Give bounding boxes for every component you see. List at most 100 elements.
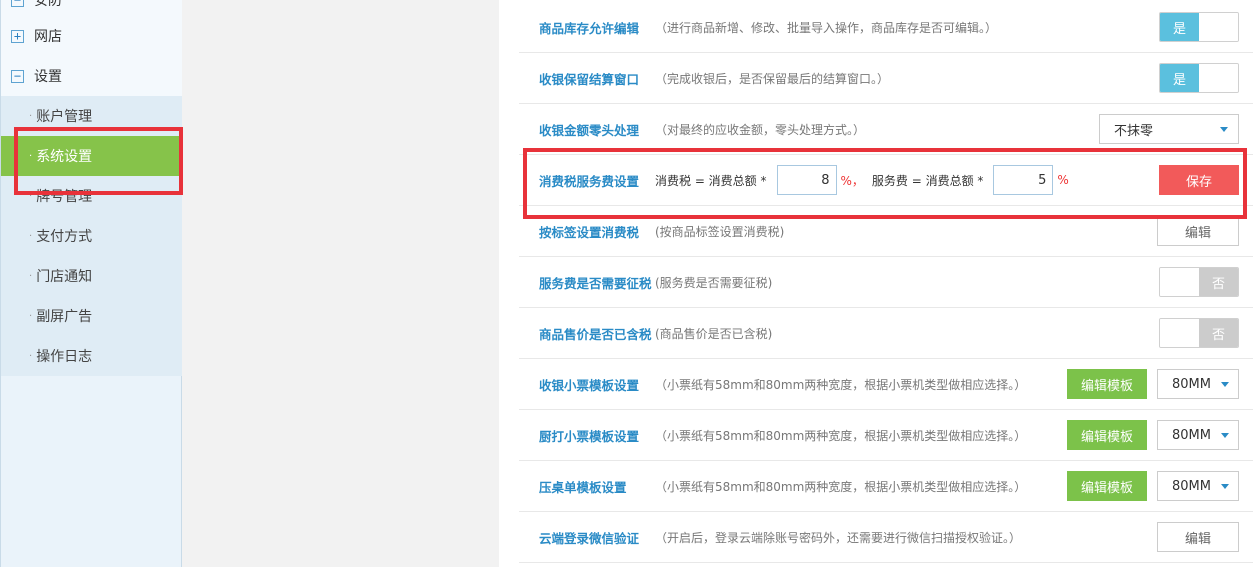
sidebar-item-store-notice[interactable]: · 门店通知 [1,256,182,296]
setting-desc: （小票纸有58mm和80mm两种宽度，根据小票机类型做相应选择。） [655,377,1027,392]
edit-template-button[interactable]: 编辑模板 [1067,420,1147,450]
edit-template-button[interactable]: 编辑模板 [1067,369,1147,399]
setting-desc: (服务费是否需要征税) [655,275,773,290]
bullet-icon: · [29,310,33,322]
setting-name: 收银小票模板设置 [539,377,640,393]
toggle-label: 是 [1160,64,1199,92]
setting-name: 服务费是否需要征税 [539,275,652,291]
setting-row-keep-window: 收银保留结算窗口 （完成收银后，是否保留最后的结算窗口。） 是 [519,53,1253,104]
collapse-icon: − [11,69,24,83]
toggle-label: 否 [1199,268,1238,296]
toggle-label: 是 [1160,13,1199,41]
service-taxable-toggle[interactable]: 否 [1159,267,1239,297]
nav-group-label: 安防 [34,0,62,9]
setting-row-stock-edit: 商品库存允许编辑 （进行商品新增、修改、批量导入操作，商品库存是否可编辑。） 是 [519,2,1253,53]
tax-service-form: 消费税 = 消费总额 * %， 服务费 = 消费总额 * % [655,165,1073,195]
toggle-knob [1199,64,1238,92]
toggle-knob [1160,268,1199,296]
setting-name: 云端登录微信验证 [539,530,640,546]
toggle-knob [1199,13,1238,41]
select-value: 不抹零 [1114,123,1154,139]
sidebar-item-label: 门店通知 [36,269,93,285]
expand-icon: + [11,29,24,43]
setting-name: 按标签设置消费税 [539,224,640,240]
bullet-icon: · [29,110,33,122]
bullet-icon: · [29,150,33,162]
setting-desc: (按商品标签设置消费税) [655,224,785,239]
rounding-select[interactable]: 不抹零 [1099,114,1239,144]
setting-desc: （开启后，登录云端除账号密码外，还需要进行微信扫描授权验证。） [655,530,1022,545]
edit-button[interactable]: 编辑 [1157,522,1239,552]
percent-label: %， [840,173,864,188]
nav-group-label: 设置 [34,69,62,85]
sidebar-item-number-plates[interactable]: · 牌号管理 [1,176,182,216]
setting-name: 商品售价是否已含税 [539,326,652,342]
sidebar-item-operation-log[interactable]: · 操作日志 [1,336,182,376]
bullet-icon: · [29,230,33,242]
nav-group-label: 网店 [34,29,62,45]
setting-desc: （小票纸有58mm和80mm两种宽度，根据小票机类型做相应选择。） [655,428,1027,443]
edit-template-button[interactable]: 编辑模板 [1067,471,1147,501]
setting-name: 收银保留结算窗口 [539,71,640,87]
setting-desc: （对最终的应收金额，零头处理方式。） [655,122,866,137]
sidebar-item-label: 支付方式 [36,229,93,245]
caret-down-icon [1220,483,1229,489]
setting-row-tax-service: 消费税服务费设置 消费税 = 消费总额 * %， 服务费 = 消费总额 * % … [519,155,1253,206]
setting-row-service-taxable: 服务费是否需要征税 (服务费是否需要征税) 否 [519,257,1253,308]
select-value: 80MM [1172,427,1211,443]
stock-edit-toggle[interactable]: 是 [1159,12,1239,42]
bullet-icon: · [29,350,33,362]
setting-row-price-tax: 商品售价是否已含税 (商品售价是否已含税) 否 [519,308,1253,359]
paper-width-select[interactable]: 80MM [1157,369,1239,399]
setting-desc: （完成收银后，是否保留最后的结算窗口。） [655,71,890,86]
setting-desc: (商品售价是否已含税) [655,326,773,341]
service-rate-input[interactable] [993,165,1054,195]
price-tax-toggle[interactable]: 否 [1159,318,1239,348]
nav-group-settings[interactable]: − 设置 [1,56,182,96]
setting-name: 商品库存允许编辑 [539,20,640,36]
setting-row-kitchen-template: 厨打小票模板设置 （小票纸有58mm和80mm两种宽度，根据小票机类型做相应选择… [519,410,1253,461]
setting-name: 消费税服务费设置 [539,173,640,189]
bullet-icon: · [29,270,33,282]
sidebar-item-label: 牌号管理 [36,189,93,205]
service-formula-label: 服务费 = 消费总额 * [871,173,984,188]
select-value: 80MM [1172,478,1211,494]
toggle-label: 否 [1199,319,1238,347]
setting-row-wechat-verify: 云端登录微信验证 （开启后，登录云端除账号密码外，还需要进行微信扫描授权验证。）… [519,512,1253,563]
sidebar-item-label: 系统设置 [36,149,93,165]
percent-label: % [1057,173,1069,187]
tax-formula-label: 消费税 = 消费总额 * [655,173,767,188]
nav-group-webstore[interactable]: + 网店 [1,16,182,56]
keep-window-toggle[interactable]: 是 [1159,63,1239,93]
caret-down-icon [1220,126,1228,132]
sidebar-item-label: 副屏广告 [36,309,93,325]
setting-row-table-template: 压桌单模板设置 （小票纸有58mm和80mm两种宽度，根据小票机类型做相应选择。… [519,461,1253,512]
collapse-icon: − [11,0,24,7]
setting-name: 压桌单模板设置 [539,479,627,495]
save-button[interactable]: 保存 [1159,165,1239,195]
paper-width-select[interactable]: 80MM [1157,471,1239,501]
sidebar-item-label: 账户管理 [36,109,93,125]
caret-down-icon [1220,432,1229,438]
paper-width-select[interactable]: 80MM [1157,420,1239,450]
bullet-icon: · [29,190,33,202]
empty-area [183,0,499,567]
toggle-knob [1160,319,1199,347]
setting-desc: （小票纸有58mm和80mm两种宽度，根据小票机类型做相应选择。） [655,479,1027,494]
setting-name: 收银金额零头处理 [539,122,640,138]
setting-row-receipt-template: 收银小票模板设置 （小票纸有58mm和80mm两种宽度，根据小票机类型做相应选择… [519,359,1253,410]
setting-name: 厨打小票模板设置 [539,428,640,444]
sidebar-item-label: 操作日志 [36,349,93,365]
select-value: 80MM [1172,376,1211,392]
setting-row-rounding: 收银金额零头处理 （对最终的应收金额，零头处理方式。） 不抹零 [519,104,1253,155]
setting-row-tag-tax: 按标签设置消费税 (按商品标签设置消费税) 编辑 [519,206,1253,257]
sidebar-item-system-settings[interactable]: · 系统设置 [1,136,182,176]
tax-rate-input[interactable] [776,165,837,195]
sidebar-item-second-screen-ads[interactable]: · 副屏广告 [1,296,182,336]
sidebar-item-payment-methods[interactable]: · 支付方式 [1,216,182,256]
sidebar: − 安防 + 网店 − 设置 · 账户管理 · 系统设置 · 牌号管理 · 支付… [0,0,182,567]
sidebar-item-account[interactable]: · 账户管理 [1,96,182,136]
edit-button[interactable]: 编辑 [1157,216,1239,246]
settings-panel: 商品库存允许编辑 （进行商品新增、修改、批量导入操作，商品库存是否可编辑。） 是… [499,0,1253,567]
caret-down-icon [1220,381,1229,387]
